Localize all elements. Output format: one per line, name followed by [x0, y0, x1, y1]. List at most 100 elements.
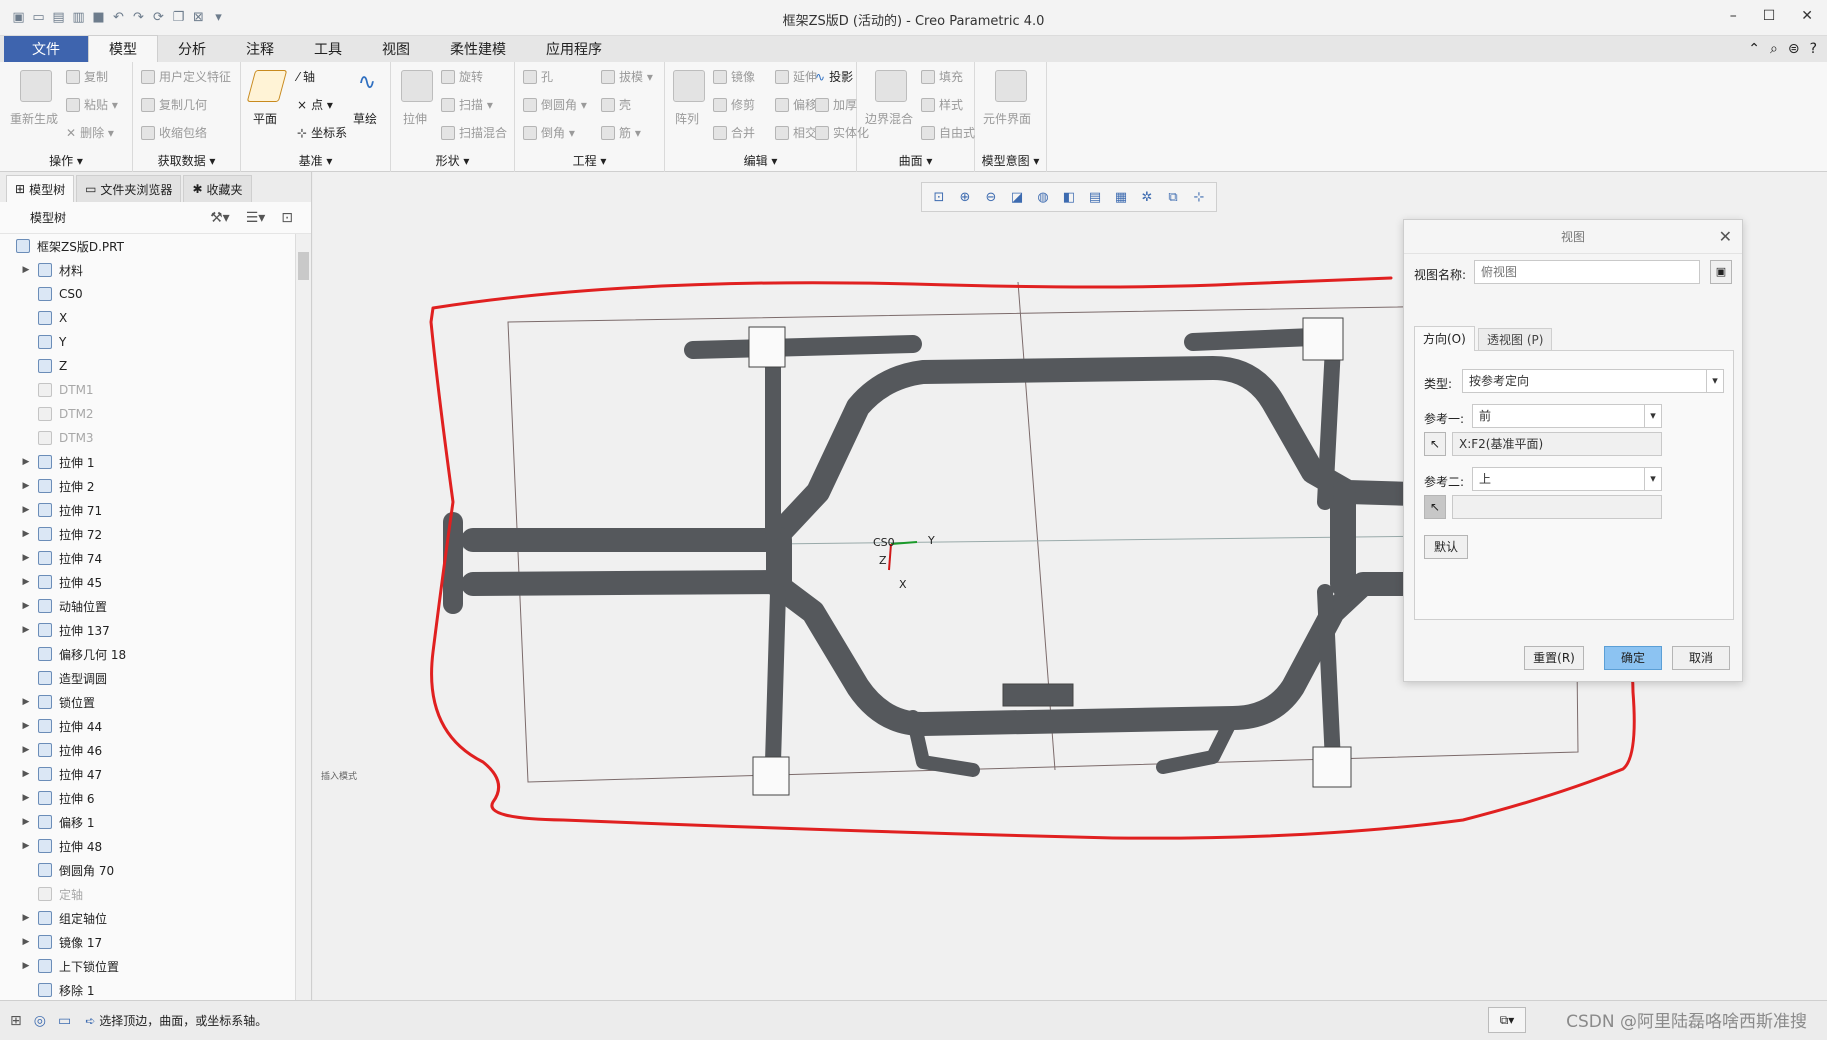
tree-item[interactable]: ▶ 拉伸 45	[20, 570, 102, 594]
expand-arrow-icon[interactable]: ▶	[20, 817, 32, 827]
close-window-icon[interactable]: ⊠	[190, 9, 207, 26]
folder-icon[interactable]: ▥	[70, 9, 87, 26]
expand-arrow-icon[interactable]: ▶	[20, 745, 32, 755]
trim-button[interactable]: 修剪	[731, 96, 755, 113]
group-label-editing[interactable]: 编辑 ▾	[665, 150, 856, 172]
tree-item[interactable]: ▶ 拉伸 48	[20, 834, 102, 858]
tree-item[interactable]: ▶ 拉伸 1	[20, 450, 94, 474]
round-button[interactable]: 倒圆角 ▾	[541, 96, 587, 113]
merge-button[interactable]: 合并	[731, 124, 755, 141]
intersect-button[interactable]: 相交	[793, 124, 817, 141]
tree-item[interactable]: 造型调圆	[20, 666, 107, 690]
draft-button[interactable]: 拔模 ▾	[619, 68, 653, 85]
expand-arrow-icon[interactable]: ▶	[20, 721, 32, 731]
expand-arrow-icon[interactable]: ▶	[20, 769, 32, 779]
settings-icon[interactable]: ⚒▾	[210, 210, 230, 226]
revolve-button[interactable]: 旋转	[459, 68, 483, 85]
tab-favorites[interactable]: ✱ 收藏夹	[183, 175, 252, 202]
expand-arrow-icon[interactable]: ▶	[20, 697, 32, 707]
save-icon[interactable]: ■	[90, 9, 107, 26]
reset-button[interactable]: 重置(R)	[1524, 646, 1584, 670]
cancel-button[interactable]: 取消	[1672, 646, 1730, 670]
tree-item[interactable]: DTM1	[20, 378, 94, 402]
extrude-icon[interactable]	[401, 70, 433, 102]
minimize-icon[interactable]: –	[1730, 8, 1737, 24]
filter-icon[interactable]: ⊡	[281, 210, 293, 226]
plane-button[interactable]: 平面	[253, 110, 277, 127]
tab-model-tree[interactable]: ⊞ 模型树	[6, 175, 75, 202]
tree-item[interactable]: ▶ 镜像 17	[20, 930, 102, 954]
windows-icon[interactable]: ❐	[170, 9, 187, 26]
tree-item[interactable]: ▶ 锁位置	[20, 690, 95, 714]
tab-tools[interactable]: 工具	[294, 36, 362, 62]
chamfer-button[interactable]: 倒角 ▾	[541, 124, 575, 141]
ref1-selection-field[interactable]: X:F2(基准平面)	[1452, 432, 1662, 456]
tab-analysis[interactable]: 分析	[158, 36, 226, 62]
tree-item[interactable]: 偏移几何 18	[20, 642, 126, 666]
tree-item[interactable]: 定轴	[20, 882, 83, 906]
axis-button[interactable]: 轴	[303, 68, 315, 85]
boundary-blend-icon[interactable]	[875, 70, 907, 102]
tree-item[interactable]: ▶ 拉伸 2	[20, 474, 94, 498]
tab-applications[interactable]: 应用程序	[526, 36, 622, 62]
extend-button[interactable]: 延伸	[793, 68, 817, 85]
tab-file[interactable]: 文件	[4, 36, 88, 62]
search-icon[interactable]: ⌕	[1770, 41, 1778, 57]
tree-item[interactable]: DTM3	[20, 426, 94, 450]
regenerate-button[interactable]: 重新生成	[10, 110, 58, 127]
expand-arrow-icon[interactable]: ▶	[20, 913, 32, 923]
open-icon[interactable]: ▤	[50, 9, 67, 26]
tree-item[interactable]: 移除 1	[20, 978, 94, 1000]
tab-orientation[interactable]: 方向(O)	[1414, 326, 1475, 351]
expand-arrow-icon[interactable]: ▶	[20, 793, 32, 803]
tree-root[interactable]: 框架ZS版D.PRT	[16, 234, 124, 258]
browser-icon[interactable]: ◎	[34, 1013, 46, 1029]
tree-scrollbar[interactable]	[295, 234, 311, 1000]
thicken-button[interactable]: 加厚	[833, 96, 857, 113]
regenerate-icon[interactable]: ⟳	[150, 9, 167, 26]
expand-arrow-icon[interactable]: ▶	[20, 457, 32, 467]
group-label-datum[interactable]: 基准 ▾	[241, 150, 390, 172]
mirror-button[interactable]: 镜像	[731, 68, 755, 85]
expand-arrow-icon[interactable]: ▶	[20, 481, 32, 491]
ref1-pick-icon[interactable]: ↖	[1424, 432, 1446, 456]
type-select[interactable]: 按参考定向	[1462, 369, 1724, 393]
community-icon[interactable]: ⊜	[1788, 41, 1800, 57]
ref2-pick-icon[interactable]: ↖	[1424, 495, 1446, 519]
tree-item[interactable]: ▶ 拉伸 47	[20, 762, 102, 786]
undo-icon[interactable]: ↶	[110, 9, 127, 26]
tree-item[interactable]: ▶ 拉伸 72	[20, 522, 102, 546]
component-interface-button[interactable]: 元件界面	[983, 110, 1031, 127]
tree-item[interactable]: Z	[20, 354, 67, 378]
view-name-input[interactable]	[1474, 260, 1700, 284]
paste-button[interactable]: 粘贴 ▾	[84, 96, 118, 113]
regenerate-icon[interactable]	[20, 70, 52, 102]
project-button[interactable]: 投影	[829, 68, 853, 85]
default-button[interactable]: 默认	[1424, 535, 1468, 559]
tab-perspective[interactable]: 透视图 (P)	[1478, 328, 1553, 351]
redo-icon[interactable]: ↷	[130, 9, 147, 26]
csys-button[interactable]: 坐标系	[311, 124, 347, 141]
tree-item[interactable]: ▶ 拉伸 6	[20, 786, 94, 810]
ref2-selection-field[interactable]	[1452, 495, 1662, 519]
selection-filter-icon[interactable]: ⧉▾	[1488, 1007, 1526, 1033]
tree-item[interactable]: ▶ 偏移 1	[20, 810, 94, 834]
app-icon[interactable]: ▣	[10, 9, 27, 26]
layout-icon[interactable]: ⊞	[10, 1013, 22, 1029]
maximize-icon[interactable]: ☐	[1763, 8, 1776, 24]
hole-button[interactable]: 孔	[541, 68, 553, 85]
tree-item[interactable]: X	[20, 306, 67, 330]
sketch-button[interactable]: 草绘	[353, 110, 377, 127]
tree-item[interactable]: ▶ 拉伸 44	[20, 714, 102, 738]
close-icon[interactable]: ✕	[1801, 8, 1813, 24]
expand-arrow-icon[interactable]: ▶	[20, 553, 32, 563]
expand-arrow-icon[interactable]: ▶	[20, 505, 32, 515]
ref1-select[interactable]: 前	[1472, 404, 1662, 428]
tree-item[interactable]: DTM2	[20, 402, 94, 426]
tree-item[interactable]: 倒圆角 70	[20, 858, 114, 882]
delete-button[interactable]: 删除 ▾	[80, 124, 114, 141]
group-label-operations[interactable]: 操作 ▾	[0, 150, 132, 172]
tree-item[interactable]: Y	[20, 330, 66, 354]
pattern-button[interactable]: 阵列	[675, 110, 699, 127]
fill-button[interactable]: 填充	[939, 68, 963, 85]
